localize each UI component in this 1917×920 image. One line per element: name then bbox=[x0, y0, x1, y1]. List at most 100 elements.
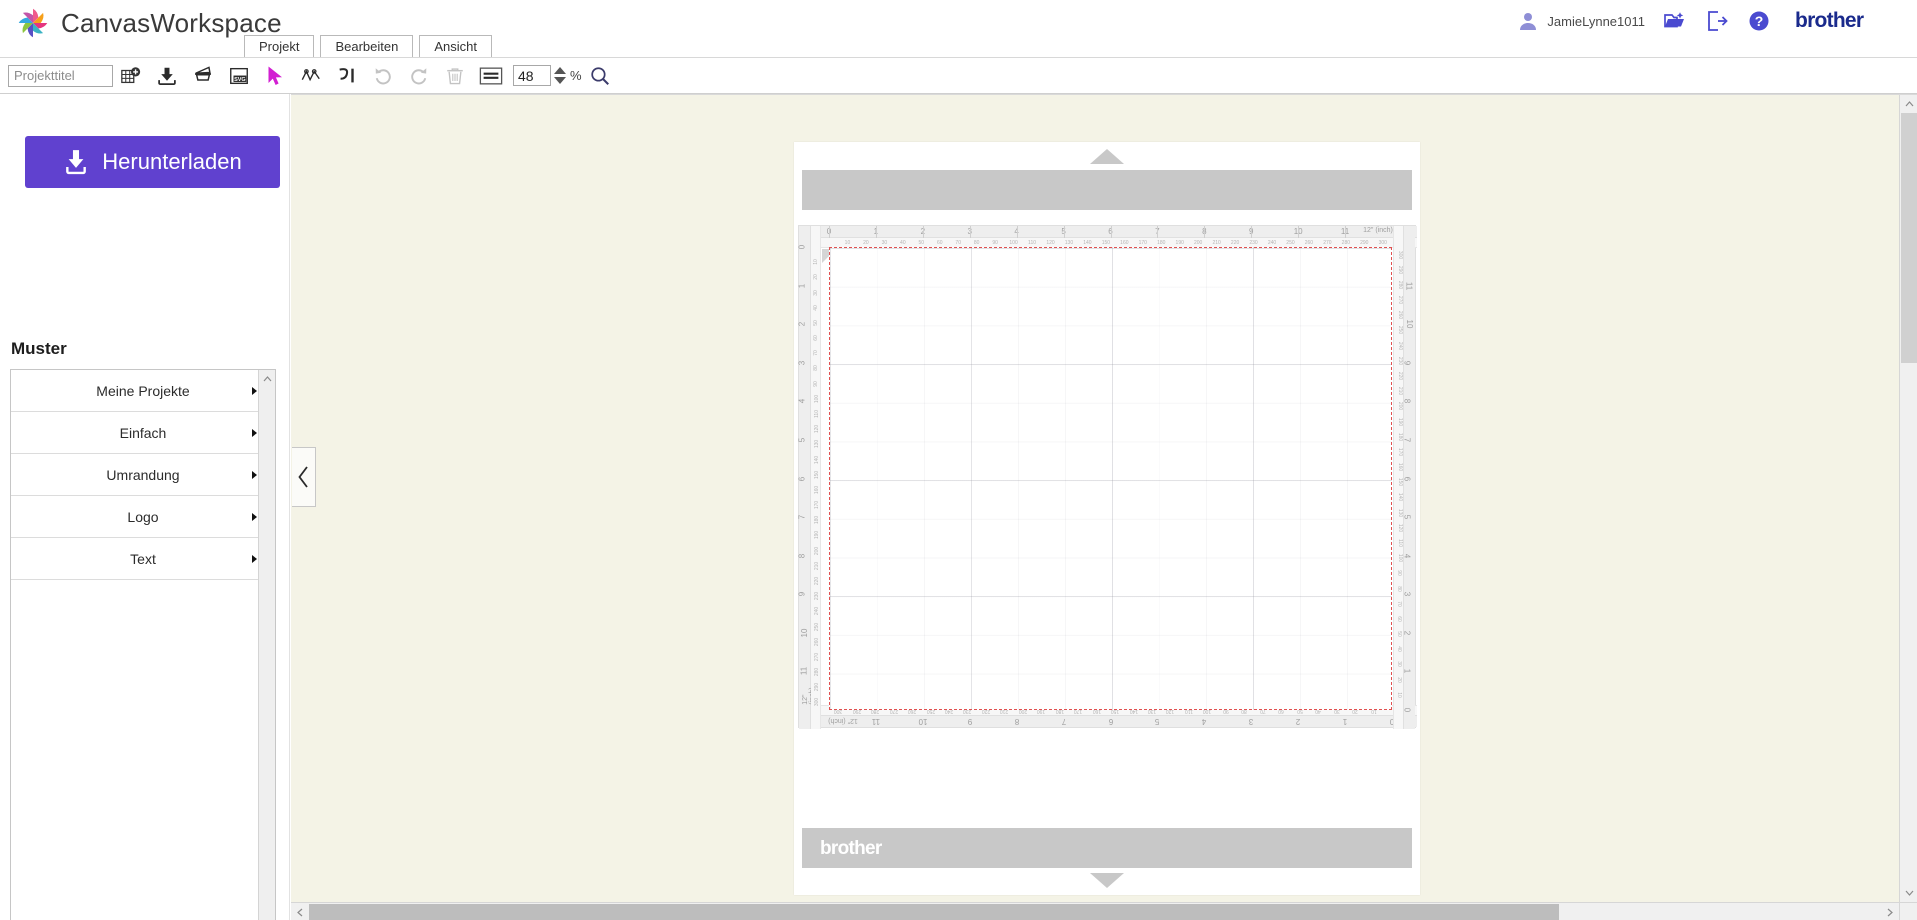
ruler-tick bbox=[1204, 226, 1206, 238]
vertical-scroll-thumb[interactable] bbox=[1901, 113, 1917, 363]
mat-top-band bbox=[802, 170, 1412, 210]
muster-item-logo[interactable]: Logo bbox=[11, 496, 275, 538]
canvas-horizontal-scrollbar[interactable] bbox=[291, 902, 1899, 920]
svg-import-button[interactable]: SVG bbox=[221, 61, 257, 91]
ruler-mm-label: 80 bbox=[973, 240, 980, 246]
ruler-mm-label: 30 bbox=[1395, 661, 1402, 668]
chevron-right-icon bbox=[252, 428, 257, 437]
scroll-right-button[interactable] bbox=[1881, 903, 1899, 920]
horizontal-scroll-thumb[interactable] bbox=[309, 904, 1559, 920]
ruler-mm-label: 290 bbox=[1360, 240, 1369, 246]
ruler-tick-label: 6 bbox=[797, 476, 807, 481]
muster-list-scrollbar[interactable] bbox=[258, 370, 275, 920]
sidebar-collapse-button[interactable] bbox=[292, 447, 316, 507]
ruler-mm-label: 60 bbox=[1395, 616, 1402, 622]
trash-icon bbox=[447, 67, 463, 84]
curve-pen-icon bbox=[339, 67, 354, 82]
ruler-mm-label: 190 bbox=[814, 531, 821, 540]
curve-tool-button[interactable] bbox=[329, 61, 365, 91]
path-tool-button[interactable] bbox=[293, 61, 329, 91]
muster-item-label: Einfach bbox=[119, 424, 167, 441]
scroll-down-button[interactable] bbox=[1900, 884, 1917, 902]
delete-button[interactable] bbox=[437, 61, 473, 91]
cutting-area[interactable] bbox=[829, 247, 1392, 710]
ruler-mm-label: 170 bbox=[1397, 447, 1404, 457]
scroll-up-button[interactable] bbox=[259, 370, 275, 387]
export-button[interactable] bbox=[185, 61, 221, 91]
ruler-tick-label: 9 bbox=[1402, 360, 1412, 365]
pinwheel-logo-icon bbox=[18, 8, 48, 38]
vertical-scroll-track[interactable] bbox=[1901, 363, 1917, 884]
zoom-search-button[interactable] bbox=[582, 61, 618, 91]
ruler-mm-label: 50 bbox=[1395, 631, 1402, 637]
ruler-mm-label: 140 bbox=[1397, 493, 1404, 502]
ruler-mm-label: 230 bbox=[1397, 356, 1404, 366]
ruler-mm-label: 40 bbox=[900, 240, 906, 246]
new-project-button[interactable] bbox=[113, 61, 149, 91]
redo-button[interactable] bbox=[401, 61, 437, 91]
ruler-tick-label: 5 bbox=[1402, 514, 1412, 520]
tab-projekt[interactable]: Projekt bbox=[244, 35, 315, 57]
chevron-up-icon[interactable] bbox=[553, 66, 567, 75]
undo-button[interactable] bbox=[365, 61, 401, 91]
chevron-down-icon[interactable] bbox=[553, 76, 567, 85]
scroll-left-button[interactable] bbox=[291, 903, 309, 920]
ruler-mm-label: 250 bbox=[1397, 326, 1404, 335]
folder-new-icon[interactable] bbox=[1663, 9, 1687, 33]
muster-list: Meine Projekte Einfach Umrandung Logo Te… bbox=[10, 369, 276, 920]
ruler-tick bbox=[875, 226, 877, 238]
ruler-mm-label: 160 bbox=[1120, 240, 1129, 246]
ruler-mm-label: 70 bbox=[1395, 600, 1402, 607]
logout-icon[interactable] bbox=[1705, 9, 1729, 33]
project-title-input[interactable] bbox=[8, 64, 113, 87]
ruler-left-inches: 0123456789101112" (inch) bbox=[797, 226, 816, 729]
scrollbar-corner bbox=[1899, 902, 1917, 920]
canvas-vertical-scrollbar[interactable] bbox=[1899, 95, 1917, 902]
ruler-bottom-inches: 0 1 2 3 4 5 6 7 8 9 10 11 12" (inch) bbox=[799, 715, 1417, 727]
tab-ansicht[interactable]: Ansicht bbox=[419, 35, 492, 57]
muster-item-text[interactable]: Text bbox=[11, 538, 275, 580]
ruler-tick bbox=[1251, 226, 1253, 238]
scroll-up-button[interactable] bbox=[1900, 95, 1917, 113]
zoom-input[interactable] bbox=[513, 65, 551, 86]
muster-item-einfach[interactable]: Einfach bbox=[11, 412, 275, 454]
ruler-mm-label: 80 bbox=[1395, 585, 1402, 592]
ruler-tick-label: 11 bbox=[1404, 281, 1414, 290]
ruler-mm-label: 80 bbox=[812, 365, 819, 372]
ruler-mm-label: 150 bbox=[1101, 240, 1111, 246]
canvas-viewport[interactable]: 0123456789101112" (inch) 102030405060708… bbox=[291, 95, 1899, 902]
ruler-tick bbox=[1345, 226, 1347, 238]
download-button[interactable]: Herunterladen bbox=[25, 136, 280, 188]
help-icon[interactable]: ? bbox=[1747, 9, 1771, 33]
muster-item-umrandung[interactable]: Umrandung bbox=[11, 454, 275, 496]
save-button[interactable] bbox=[149, 61, 185, 91]
ruler-right-mm: 10 20 30 40 50 60 70 80 90 100 110 120 130 140 150 160 1… bbox=[1393, 226, 1403, 729]
chevron-up-icon bbox=[263, 375, 272, 381]
ruler-mm-label: 200 bbox=[1194, 240, 1203, 246]
ruler-mm-label: 250 bbox=[814, 622, 821, 631]
user-avatar-icon bbox=[1520, 13, 1537, 30]
ruler-tick-label: 6 bbox=[1108, 717, 1113, 726]
tab-bearbeiten[interactable]: Bearbeiten bbox=[320, 35, 414, 57]
ruler-mm-label: 160 bbox=[814, 485, 821, 495]
ruler-mm-label: 200 bbox=[1397, 402, 1404, 411]
ruler-mm-label: 300 bbox=[1397, 250, 1404, 259]
user-menu[interactable]: JamieLynne1011 bbox=[1516, 9, 1645, 33]
ruler-mm-label: 50 bbox=[812, 320, 819, 326]
select-tool-button[interactable] bbox=[257, 61, 293, 91]
muster-heading: Muster bbox=[11, 339, 67, 358]
muster-item-meine-projekte[interactable]: Meine Projekte bbox=[11, 370, 275, 412]
ruler-tick-label: 10 bbox=[1404, 319, 1414, 329]
cutting-mat[interactable]: 0123456789101112" (inch) 102030405060708… bbox=[794, 142, 1420, 895]
ruler-mm-label: 110 bbox=[813, 409, 820, 418]
ruler-mm-label: 120 bbox=[1397, 523, 1404, 532]
ruler-mm-label: 170 bbox=[814, 500, 821, 510]
download-arrow-icon bbox=[158, 67, 176, 85]
ruler-mm-label: 200 bbox=[814, 546, 821, 555]
properties-button[interactable] bbox=[473, 61, 509, 91]
ruler-mm-label: 210 bbox=[1397, 387, 1404, 396]
ruler-mm-label: 110 bbox=[1396, 539, 1403, 548]
ruler-mm-label: 230 bbox=[1249, 240, 1258, 246]
zoom-stepper[interactable] bbox=[553, 66, 567, 85]
svg-text:SVG: SVG bbox=[234, 76, 246, 82]
